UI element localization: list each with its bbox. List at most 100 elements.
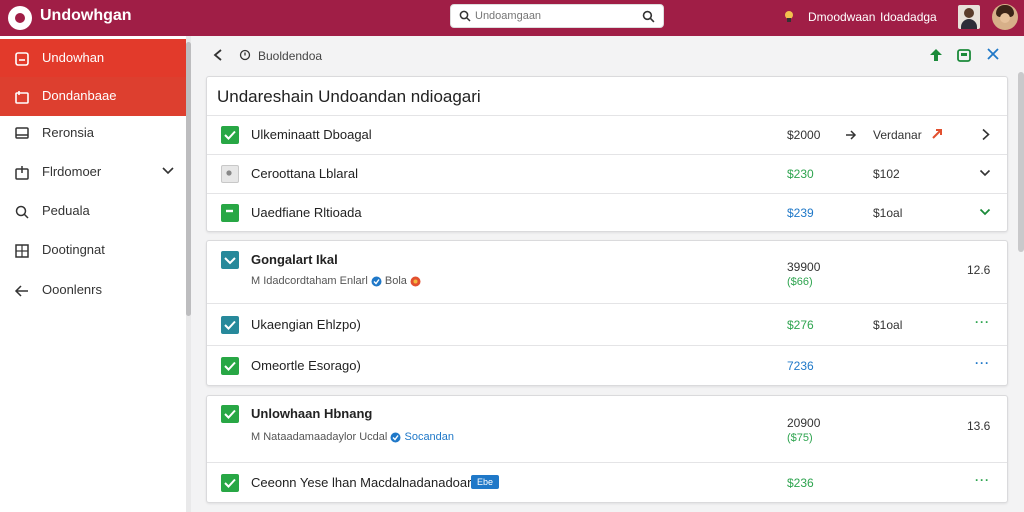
group-card: Unlowhaan Hbnang M Nataadamaadaylor Ucda… [206,395,1008,503]
row-value: 7236 [787,359,814,373]
chevron-down-icon[interactable] [979,169,991,177]
top-bar: Undowhgan Dmoodwaan Idoadadga [0,0,1024,36]
row-label: Ukaengian Ehlzpo) [251,317,361,332]
pin-icon[interactable] [929,48,943,62]
row-checkbox[interactable] [221,316,239,334]
group-value: 20900 [787,416,821,430]
minus-icon [226,209,233,213]
group-header[interactable]: Gongalart Ikal M Idadcordtaham Enlarl Bo… [207,241,1007,303]
sidebar-item-reronsia[interactable]: Reronsia [0,114,186,153]
table-row[interactable]: Ukaengian Ehlzpo) $276 $1oal ··· [207,303,1007,345]
clipboard-icon [15,52,29,66]
upload-icon [15,166,29,180]
group-header[interactable]: Unlowhaan Hbnang M Nataadamaadaylor Ucda… [207,396,1007,462]
toolbar: Buoldendoa [191,36,1024,74]
row-value: $239 [787,206,814,220]
row-checkbox[interactable] [221,204,239,222]
table-row[interactable]: Ceeonn Yese lhan Macdalnadanadoars Ebe $… [207,462,1007,503]
table-row[interactable]: Uaedfiane Rltioada $239 $1oal [207,193,1007,232]
row-label: Ulkeminaatt Dboagal [251,127,372,142]
row-label: Ceeonn Yese lhan Macdalnadanadoars [251,475,478,490]
table-row[interactable]: Omeortle Esorago) 7236 ··· [207,345,1007,386]
dot-icon [226,170,232,176]
row-amount: $1oal [873,318,903,332]
back-icon[interactable] [213,48,223,62]
alert-icon [410,276,421,287]
verified-icon [390,432,401,443]
more-icon[interactable]: ··· [975,473,990,487]
save-icon[interactable] [957,48,971,62]
row-value: $276 [787,318,814,332]
group-value-sub: ($75) [787,432,813,444]
sidebar-item-peduala[interactable]: Peduala [0,192,186,231]
sidebar-item-label: Ooonlenrs [42,282,102,297]
search-icon [15,205,29,219]
check-icon [224,361,236,371]
history-icon[interactable] [239,49,251,61]
row-tag[interactable]: Ebe [471,475,499,489]
search-icon [459,10,471,22]
trend-up-icon [932,129,942,139]
check-icon [224,409,236,419]
arrow-left-icon [14,285,28,297]
row-amount: $1oal [873,206,903,220]
close-icon[interactable] [987,48,999,60]
search-submit-icon[interactable] [642,10,655,23]
sidebar-item-label: Flrdomoer [42,164,102,179]
row-amount: $102 [873,167,900,181]
sidebar-item-label: Dootingnat [42,242,105,257]
chevron-down-icon[interactable] [161,166,175,176]
verified-icon [371,276,382,287]
group-checkbox[interactable] [221,251,239,269]
group-badge: Bola [384,275,407,287]
group-title: Unlowhaan Hbnang [251,406,373,421]
content-scrollbar[interactable] [1018,72,1024,252]
sidebar: Undowhan Dondanbaae Reronsia Flrdomoer P… [0,36,186,512]
sidebar-item-undowhan[interactable]: Undowhan [0,39,186,78]
row-label: Omeortle Esorago) [251,358,361,373]
notification-icon[interactable] [782,9,796,23]
chevron-right-icon[interactable] [981,128,991,141]
user-name[interactable]: Dmoodwaan [808,10,875,24]
user-avatar[interactable] [992,4,1018,30]
group-subtitle-text: M Nataadamaadaylor Ucdal [251,431,388,443]
app-logo[interactable] [8,6,32,30]
sidebar-item-dondanbaae[interactable]: Dondanbaae [0,77,186,116]
check-icon [224,320,236,330]
sidebar-item-dootingnat[interactable]: Dootingnat [0,231,186,270]
group-value-sub: ($66) [787,276,813,288]
sidebar-item-label: Peduala [42,203,90,218]
search-input[interactable] [475,8,635,24]
group-checkbox[interactable] [221,405,239,423]
sidebar-item-label: Reronsia [42,125,95,140]
group-score: 13.6 [967,419,991,433]
row-status: Verdanar [873,128,922,142]
row-value: $230 [787,167,814,181]
app-title: Undowhgan [40,7,132,24]
more-icon[interactable]: ··· [975,315,990,329]
row-checkbox[interactable] [221,165,239,183]
grid-icon [15,244,29,258]
table-row[interactable]: Ulkeminaatt Dboagal $2000 Verdanar [207,115,1007,154]
group-card: Gongalart Ikal M Idadcordtaham Enlarl Bo… [206,240,1008,386]
row-checkbox[interactable] [221,126,239,144]
sidebar-item-label: Dondanbaae [42,88,117,103]
sidebar-item-flrdomoer[interactable]: Flrdomoer [0,153,186,192]
group-score: 12.6 [967,263,991,277]
monitor-icon [15,127,29,139]
summary-card: Undareshain Undoandan ndioagari Ulkemina… [206,76,1008,232]
row-value: $236 [787,476,814,490]
arrow-right-icon [846,130,857,140]
sidebar-item-ooonlenrs[interactable]: Ooonlenrs [0,271,186,310]
row-checkbox[interactable] [221,474,239,492]
chevron-down-icon[interactable] [979,208,991,216]
breadcrumb[interactable]: Buoldendoa [258,49,322,63]
search-box[interactable] [450,4,664,28]
role-label[interactable]: Idoadadga [880,10,937,24]
table-row[interactable]: Ceroottana Lblaral $230 $102 [207,154,1007,193]
more-icon[interactable]: ··· [975,356,990,370]
profile-avatar[interactable] [958,5,980,29]
row-checkbox[interactable] [221,357,239,375]
check-icon [224,130,236,140]
group-value: 39900 [787,260,821,274]
